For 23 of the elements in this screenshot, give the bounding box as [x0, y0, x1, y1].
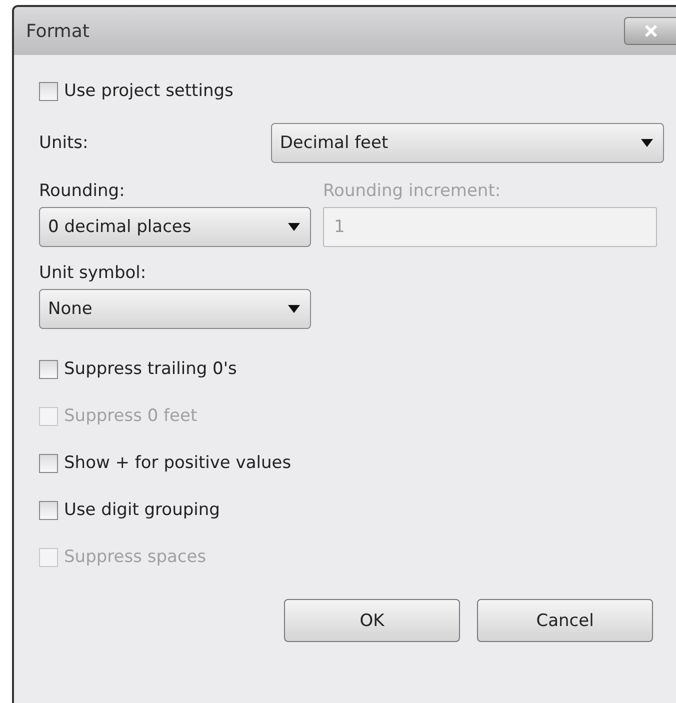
checkbox[interactable]	[39, 454, 58, 472]
dropdown-caret-icon	[288, 305, 300, 313]
checkbox-label[interactable]: Suppress trailing 0's	[64, 359, 237, 379]
dropdown-caret-icon	[288, 223, 300, 231]
checkbox-label[interactable]: Show + for positive values	[64, 453, 292, 473]
checkbox-label[interactable]: Use digit grouping	[64, 500, 220, 520]
unit-symbol-dropdown[interactable]: None	[39, 289, 311, 329]
window-title: Format	[26, 20, 90, 42]
dialog-button[interactable]: OK	[284, 599, 460, 642]
checkbox[interactable]	[39, 500, 58, 520]
units-label: Units:	[39, 133, 90, 153]
unit-symbol-label: Unit symbol:	[39, 263, 148, 283]
checkbox[interactable]	[39, 360, 58, 378]
dialog-button[interactable]: Cancel	[477, 599, 653, 642]
rounding-dropdown[interactable]: 0 decimal places	[39, 207, 311, 247]
rounding-label: Rounding:	[39, 181, 126, 201]
dropdown-caret-icon	[641, 139, 653, 147]
units-dropdown[interactable]: Decimal feet	[270, 123, 664, 163]
rounding-increment-label: Rounding increment:	[323, 181, 502, 201]
close-icon	[642, 24, 658, 38]
checkbox[interactable]	[39, 82, 58, 100]
checkbox-label[interactable]: Use project settings	[64, 81, 234, 101]
close-button[interactable]	[624, 17, 676, 45]
